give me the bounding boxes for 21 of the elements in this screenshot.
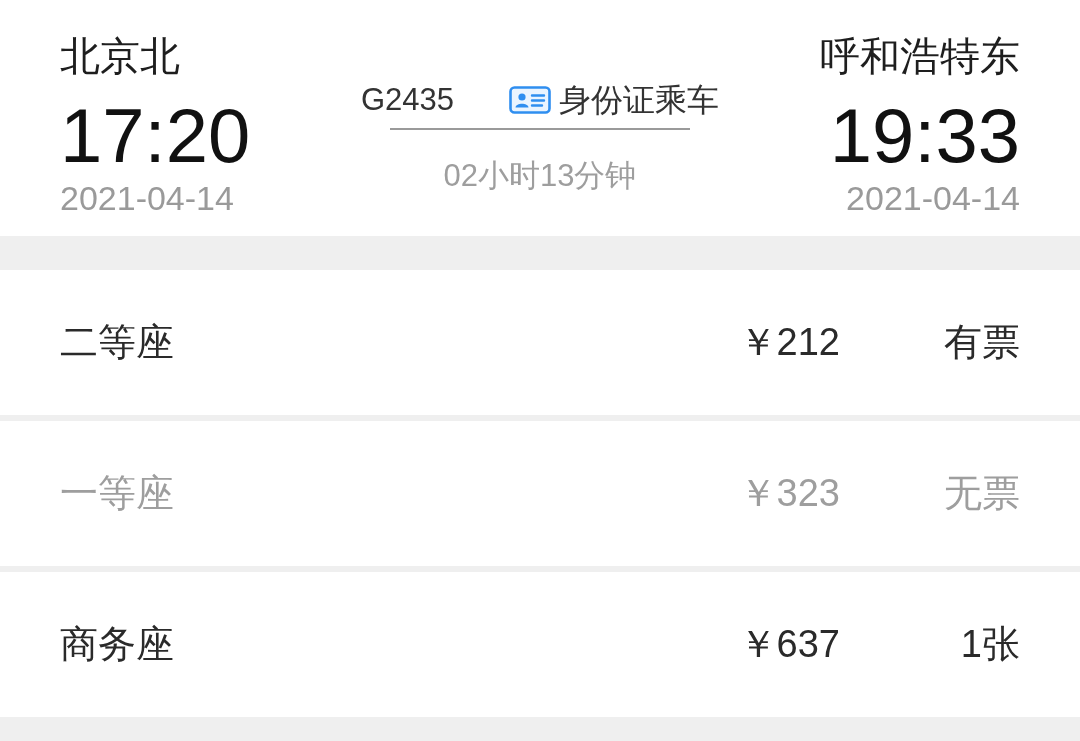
arrival-station: 呼和浩特东 xyxy=(820,33,1020,80)
train-number: G2435 xyxy=(360,81,455,119)
id-card-icon xyxy=(509,86,552,114)
seat-class: 商务座 xyxy=(60,622,175,667)
seat-class: 一等座 xyxy=(60,471,175,516)
seat-price: ￥637 xyxy=(738,622,840,667)
departure-station: 北京北 xyxy=(60,33,180,80)
arrival-time: 19:33 xyxy=(829,94,1020,178)
ticket-availability: 无票 xyxy=(943,471,1020,516)
travel-duration: 02小时13分钟 xyxy=(443,157,637,195)
seat-price: ￥212 xyxy=(738,320,840,365)
seat-price: ￥323 xyxy=(738,471,840,516)
arrival-date: 2021-04-14 xyxy=(846,178,1020,218)
seat-row[interactable]: 二等座 ￥212 有票 xyxy=(0,270,1080,415)
departure-date: 2021-04-14 xyxy=(60,178,234,218)
seat-class: 二等座 xyxy=(60,320,175,365)
ticket-availability: 1张 xyxy=(959,622,1020,667)
departure-time: 17:20 xyxy=(60,94,251,178)
boarding-method: 身份证乘车 xyxy=(559,81,720,120)
ticket-availability: 有票 xyxy=(943,320,1020,365)
seat-row[interactable]: 商务座 ￥637 1张 xyxy=(0,572,1080,717)
